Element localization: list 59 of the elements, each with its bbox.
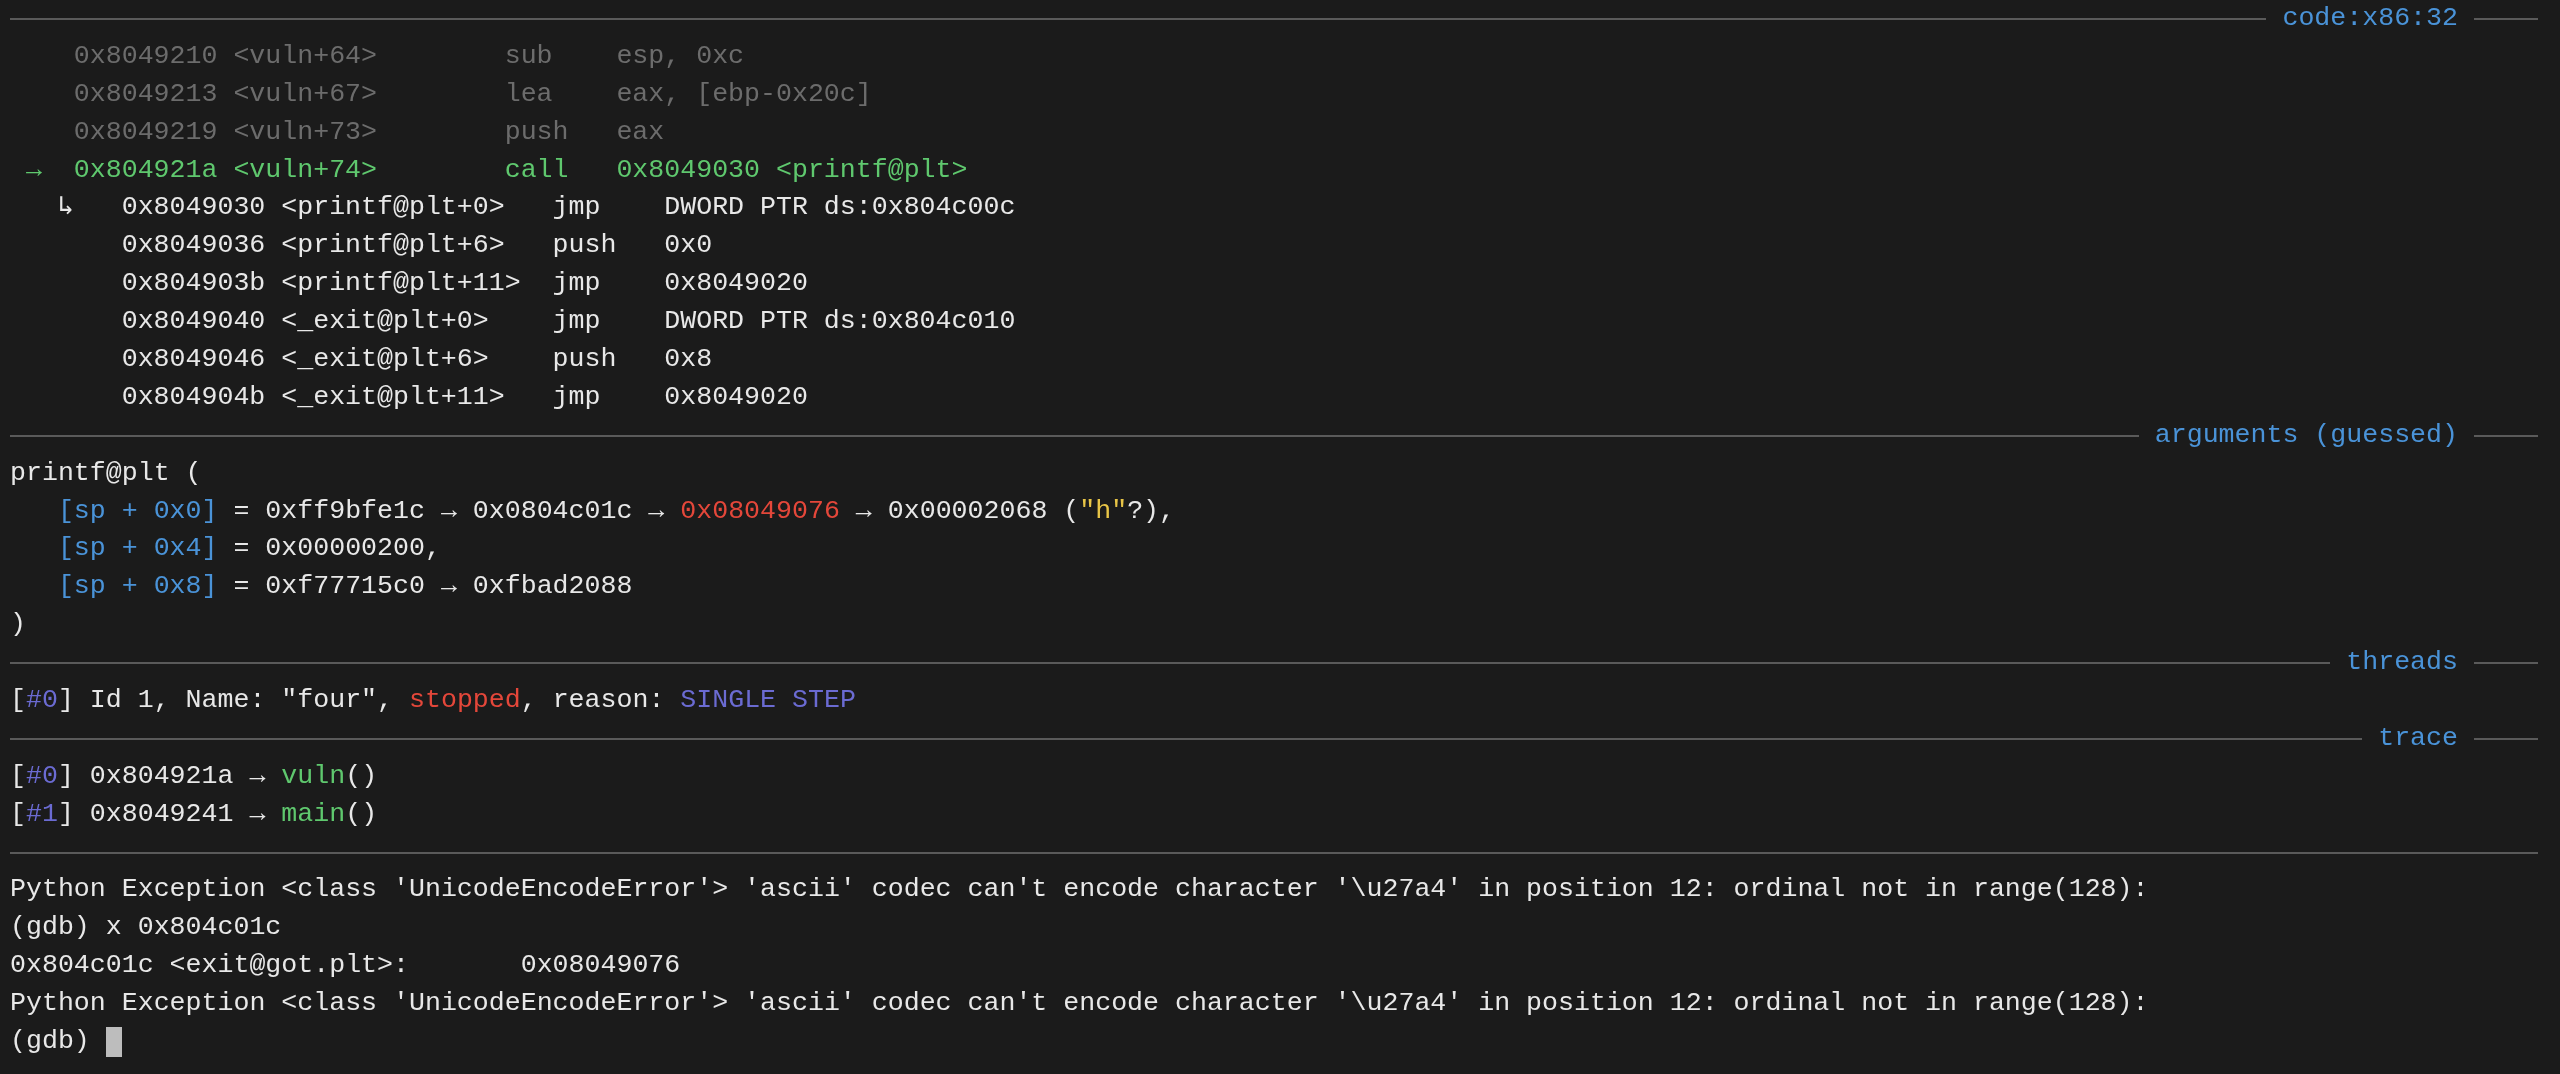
trace-frame-line: [#1] 0x8049241 → main() — [10, 797, 378, 831]
operands: 0x8049030 <printf@plt> — [616, 153, 968, 187]
prompt-line: (gdb) — [10, 1025, 90, 1059]
mnemonic: jmp — [552, 267, 602, 301]
instruction-address: 0x804904b — [121, 380, 267, 414]
symbol-label: <_exit@plt+6> — [281, 343, 490, 376]
section-title: code:x86:32 — [2281, 2, 2459, 35]
mnemonic: jmp — [552, 305, 602, 339]
operands: esp, 0xc — [616, 39, 745, 73]
mnemonic: jmp — [552, 191, 602, 225]
mnemonic: push — [552, 343, 618, 376]
operands: eax — [616, 115, 665, 149]
argument-line: [sp + 0x8] = 0xf77715c0 → 0xfbad2088 — [57, 570, 633, 604]
instruction-address: 0x8049036 — [121, 229, 267, 263]
mnemonic: push — [504, 115, 570, 149]
section-title: threads — [2345, 646, 2459, 680]
mnemonic: lea — [504, 77, 554, 111]
branch-target-arrow: ↳ — [57, 191, 75, 225]
symbol-label: <printf@plt+0> — [281, 191, 506, 225]
symbol-label: <_exit@plt+0> — [281, 305, 490, 339]
mnemonic: push — [552, 229, 618, 263]
instruction-address: 0x8049210 — [73, 39, 219, 73]
operands: DWORD PTR ds:0x804c00c — [664, 191, 1016, 225]
mnemonic: jmp — [552, 380, 602, 414]
symbol-label: <vuln+64> — [233, 39, 379, 73]
output-line: 0x804c01c <exit@got.plt>: 0x08049076 — [10, 949, 681, 983]
symbol-label: <_exit@plt+11> — [281, 380, 506, 414]
operands: DWORD PTR ds:0x804c010 — [664, 305, 1016, 339]
operands: eax, [ebp-0x20c] — [616, 77, 872, 111]
operands: 0x0 — [664, 229, 713, 263]
function-call-line: printf@plt ( — [10, 456, 202, 490]
operands: 0x8049020 — [664, 267, 808, 301]
section-title: trace — [2377, 721, 2459, 755]
instruction-address: 0x8049213 — [73, 77, 219, 111]
mnemonic: call — [504, 153, 570, 187]
thread-line: [#0] Id 1, Name: "four", stopped, reason: SINGLE STEP — [10, 684, 856, 718]
symbol-label: <vuln+67> — [233, 77, 379, 111]
operands: 0x8049020 — [664, 380, 808, 414]
instruction-address: 0x8049219 — [73, 115, 219, 149]
symbol-label: <printf@plt+6> — [281, 229, 506, 263]
function-call-line: ) — [10, 608, 26, 642]
symbol-label: <vuln+74> — [233, 153, 379, 187]
output-line: Python Exception <class 'UnicodeEncodeError'> 'ascii' codec can't encode character '\u27a4' in position 12: ordinal not in range(128): — [10, 873, 2149, 907]
trace-frame-line: [#0] 0x804921a → vuln() — [10, 759, 378, 793]
section-title: arguments (guessed) — [2153, 418, 2459, 452]
instruction-address: 0x8049040 — [121, 305, 267, 339]
mnemonic: sub — [504, 39, 554, 73]
operands: 0x8 — [664, 343, 713, 376]
output-line: Python Exception <class 'UnicodeEncodeError'> 'ascii' codec can't encode character '\u27a4' in position 12: ordinal not in range(128): — [10, 987, 2149, 1021]
symbol-label: <printf@plt+11> — [281, 267, 522, 301]
current-instruction-arrow: → — [25, 153, 43, 187]
argument-line: [sp + 0x0] = 0xff9bfe1c → 0x0804c01c → 0x08049076 → 0x00002068 ("h"?), — [57, 494, 1176, 528]
instruction-address: 0x8049030 — [121, 191, 267, 225]
instruction-address: 0x8049046 — [121, 343, 267, 376]
instruction-address: 0x804921a — [73, 153, 219, 187]
symbol-label: <vuln+73> — [233, 115, 379, 149]
prompt-line: (gdb) x 0x804c01c — [10, 911, 282, 945]
argument-line: [sp + 0x4] = 0x00000200, — [57, 532, 441, 566]
instruction-address: 0x804903b — [121, 267, 267, 301]
